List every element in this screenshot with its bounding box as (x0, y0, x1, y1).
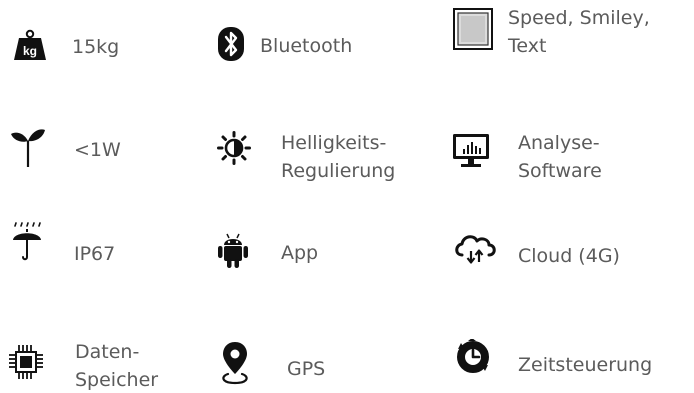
memory-chip-icon (9, 345, 43, 379)
feature-label-line: Speed, Smiley, (508, 7, 650, 29)
feature-label-line: Regulierung (281, 160, 396, 182)
feature-label: App (281, 242, 319, 264)
cloud-sync-icon (455, 235, 496, 264)
feature-label: 15kg (72, 36, 120, 58)
display-panel-icon (453, 8, 493, 50)
plant-sprout-icon (11, 129, 45, 167)
feature-label-line: Analyse- (518, 132, 600, 154)
monitor-chart-icon (453, 134, 489, 167)
brightness-icon (217, 131, 251, 165)
feature-label: Cloud (4G) (518, 245, 620, 267)
feature-label: IP67 (74, 243, 116, 265)
map-pin-icon (222, 342, 248, 385)
umbrella-rain-icon (13, 222, 41, 261)
bluetooth-icon (218, 27, 244, 61)
svg-text:kg: kg (23, 44, 37, 58)
feature-label-line: Helligkeits- (281, 132, 387, 154)
feature-label-line: Daten- (75, 341, 140, 363)
android-icon (218, 233, 248, 268)
clock-timer-icon (457, 339, 489, 373)
feature-label: GPS (287, 358, 326, 380)
feature-label-line: Software (518, 160, 602, 182)
feature-label: Bluetooth (260, 35, 353, 57)
weight-kg-icon: kg (14, 29, 46, 60)
feature-label: Zeitsteuerung (518, 354, 653, 376)
feature-label-line: Text (508, 35, 547, 57)
feature-label-line: Speicher (75, 369, 159, 391)
feature-label: <1W (74, 139, 121, 161)
